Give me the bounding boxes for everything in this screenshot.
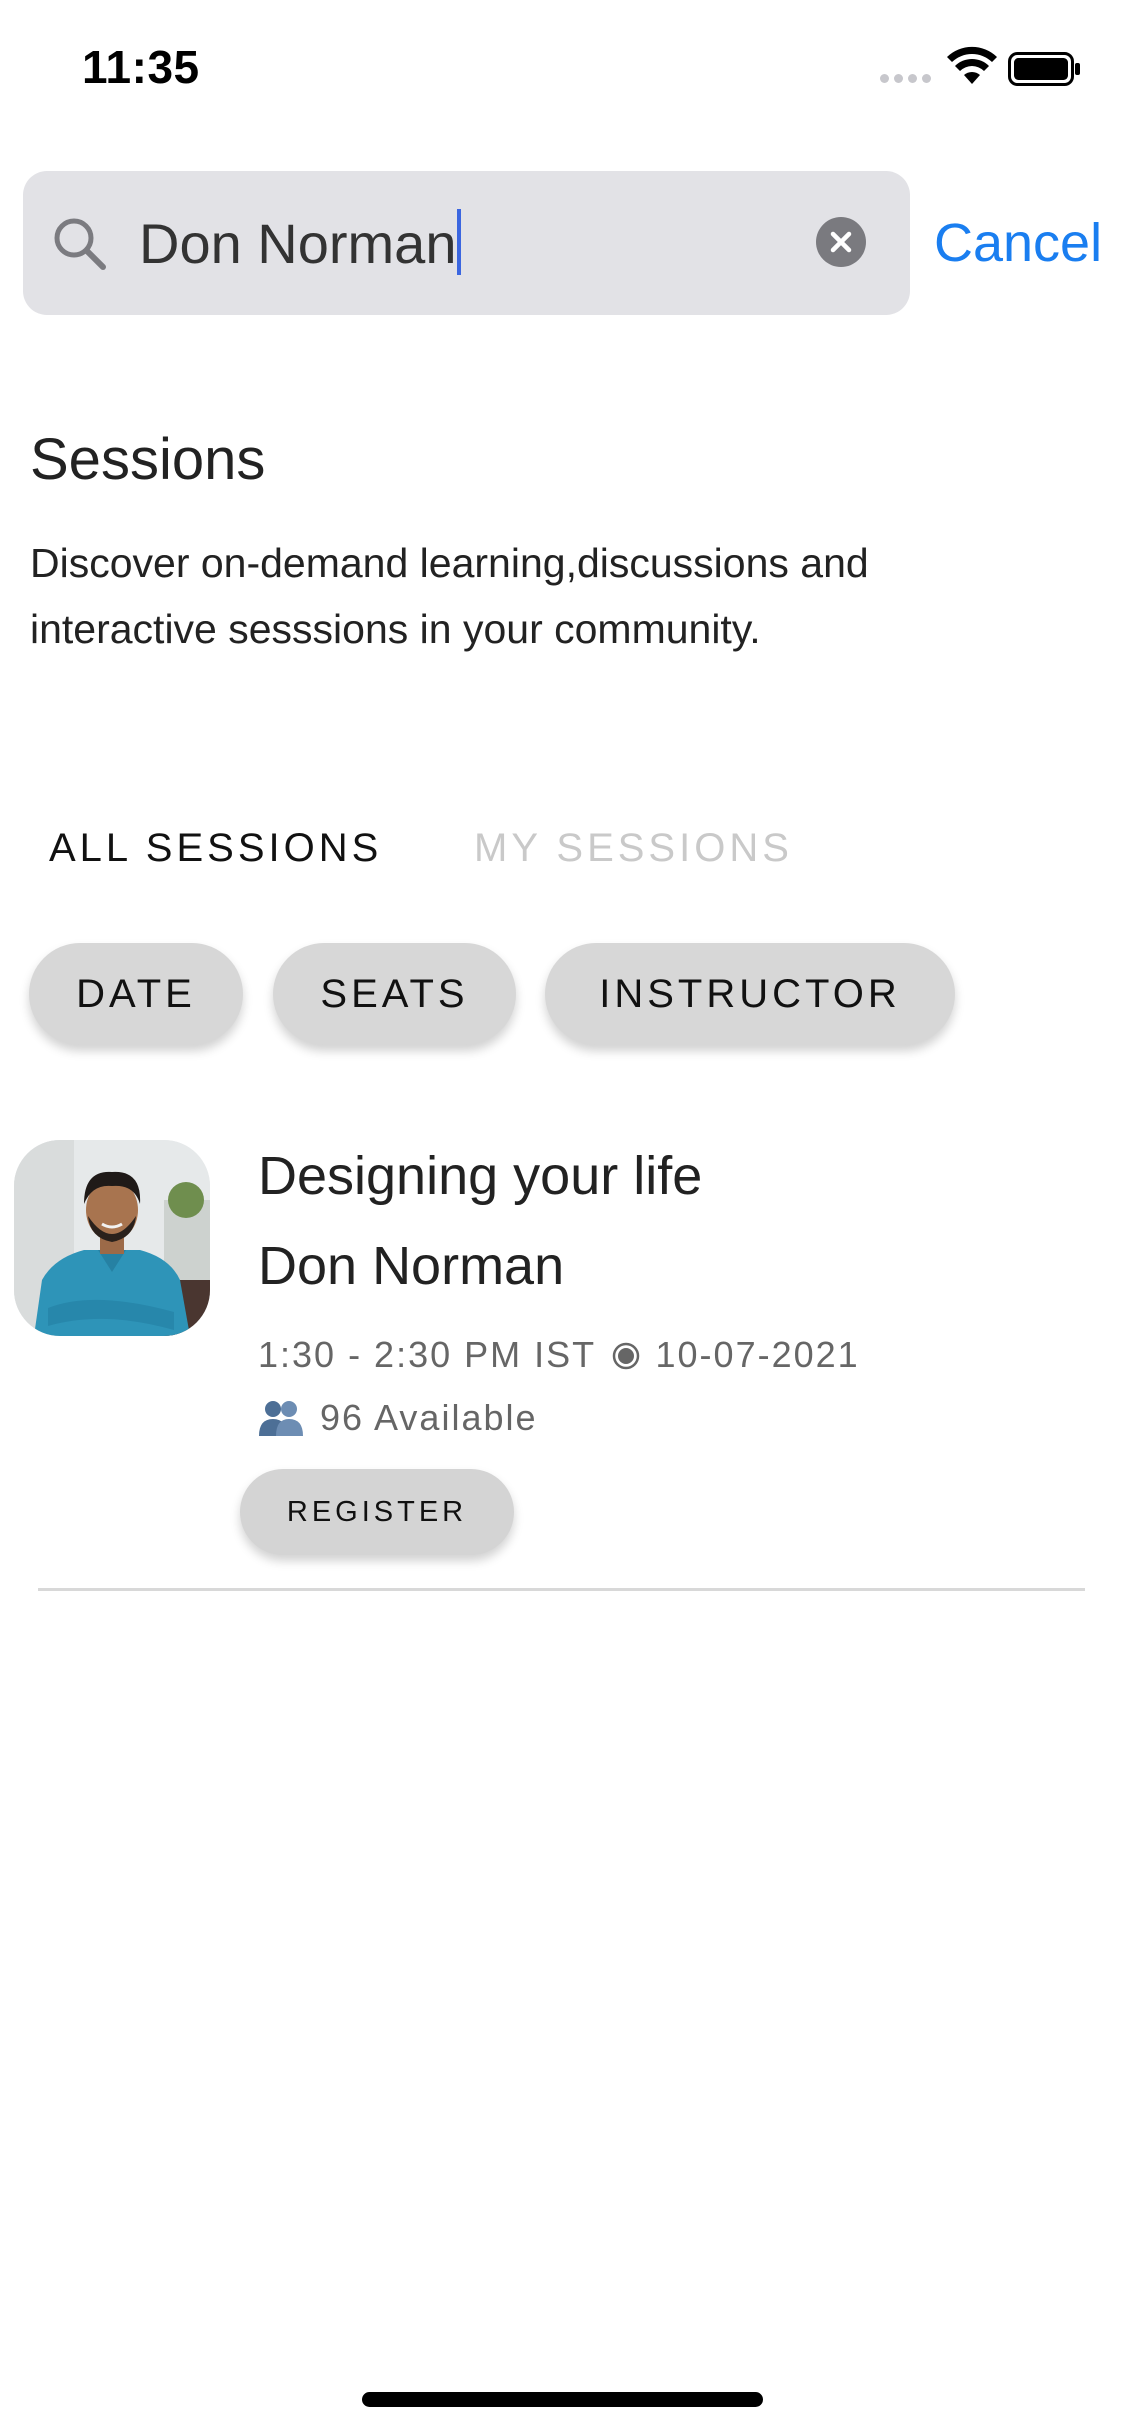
session-availability: 96 Available bbox=[258, 1393, 538, 1443]
filter-seats-chip[interactable]: SEATS bbox=[273, 943, 516, 1045]
session-date: 10-07-2021 bbox=[655, 1334, 860, 1375]
tab-all-sessions[interactable]: ALL SESSIONS bbox=[49, 818, 382, 878]
cellular-signal-icon bbox=[880, 74, 931, 83]
cancel-button[interactable]: Cancel bbox=[934, 208, 1102, 278]
search-input[interactable]: Don Norman bbox=[139, 209, 462, 278]
page-description: Discover on-demand learning,discussions … bbox=[30, 540, 869, 652]
session-schedule: 1:30 - 2:30 PM IST 10-07-2021 bbox=[258, 1330, 860, 1380]
home-indicator[interactable] bbox=[362, 2392, 763, 2407]
availability-text: 96 Available bbox=[320, 1397, 538, 1438]
search-bar[interactable]: Don Norman bbox=[23, 171, 910, 315]
filter-instructor-chip[interactable]: INSTRUCTOR bbox=[545, 943, 955, 1045]
people-icon bbox=[259, 1401, 303, 1436]
text-caret bbox=[457, 209, 462, 275]
session-instructor: Don Norman bbox=[258, 1236, 565, 1296]
battery-icon bbox=[1008, 52, 1080, 86]
search-query: Don Norman bbox=[139, 212, 457, 275]
session-time-range: 1:30 - 2:30 PM IST bbox=[258, 1334, 596, 1375]
search-icon bbox=[54, 218, 106, 270]
status-bar: 11:35 bbox=[0, 0, 1125, 140]
filter-date-chip[interactable]: DATE bbox=[29, 943, 243, 1045]
instructor-avatar bbox=[14, 1140, 210, 1336]
page-title: Sessions bbox=[30, 427, 266, 492]
instructor-photo bbox=[14, 1140, 210, 1336]
status-time: 11:35 bbox=[82, 41, 200, 93]
session-title[interactable]: Designing your life bbox=[258, 1140, 702, 1212]
clear-icon[interactable] bbox=[816, 217, 866, 267]
list-divider bbox=[38, 1588, 1085, 1591]
wifi-icon bbox=[947, 46, 997, 84]
radio-dot-icon bbox=[612, 1342, 639, 1370]
tab-my-sessions[interactable]: MY SESSIONS bbox=[474, 818, 793, 878]
register-button[interactable]: REGISTER bbox=[240, 1469, 514, 1555]
